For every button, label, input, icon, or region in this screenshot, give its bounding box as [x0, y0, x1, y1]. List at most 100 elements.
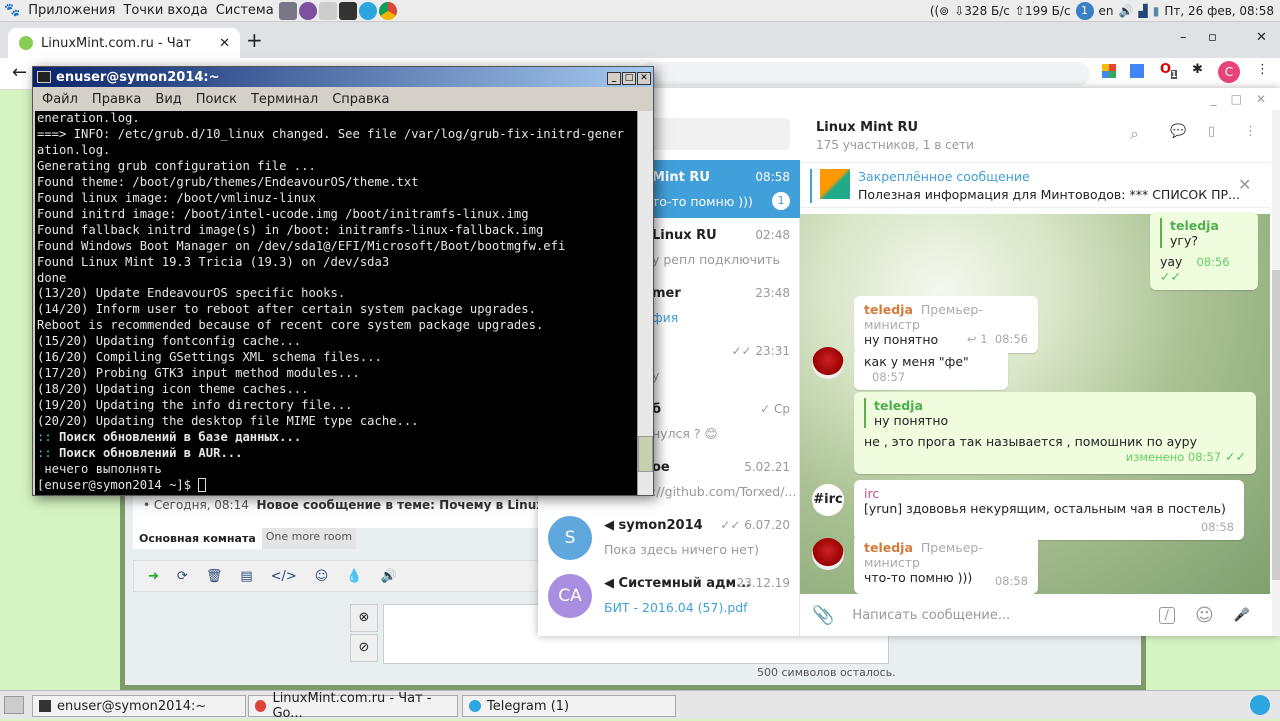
chat-list-item[interactable]: S ◀ symon2014 ✓✓ 6.07.20 Пока здесь ничего …	[538, 508, 800, 566]
terminal-menubar: Файл Правка Вид Поиск Терминал Справка	[33, 87, 653, 111]
terminal-menu-item[interactable]: Справка	[332, 92, 389, 107]
minimize-icon[interactable]: –	[1180, 30, 1187, 45]
menu-applications[interactable]: Приложения	[28, 3, 115, 18]
taskbar-terminal[interactable]: enuser@symon2014:~	[32, 695, 246, 717]
message-input[interactable]: Написать сообщение...	[852, 608, 1010, 623]
irc-avatar[interactable]: #irc	[812, 484, 844, 516]
clock[interactable]: Пт, 26 фев, 08:58	[1164, 4, 1274, 18]
pinned-label: Закреплённое сообщение	[858, 169, 1030, 184]
telegram-launcher-icon[interactable]	[358, 1, 377, 20]
taskbar: enuser@symon2014:~ LinuxMint.com.ru - Ча…	[0, 690, 1280, 721]
terminal-line: (13/20) Update EndeavourOS specific hook…	[37, 286, 346, 301]
message-incoming[interactable]: как у меня "фе" 08:57	[854, 348, 1008, 390]
commands-icon[interactable]: /	[1158, 606, 1176, 624]
gnome-foot-icon[interactable]: 🐾	[4, 3, 20, 18]
terminal-line: Generating grub configuration file ...	[37, 158, 316, 173]
signal-icon[interactable]: ▟	[1139, 4, 1148, 18]
tab-one-more-room[interactable]: One more room	[261, 528, 357, 549]
menu-places[interactable]: Точки входа	[123, 3, 207, 18]
refresh-icon[interactable]: ⟳	[177, 569, 188, 584]
chat-preview: Пока здесь ничего нет)	[604, 542, 760, 557]
term-maximize-icon[interactable]: □	[622, 72, 636, 85]
cancel-icon[interactable]: ⊘	[350, 634, 378, 662]
smiley-icon[interactable]: ☺	[315, 569, 329, 584]
tg-close-icon[interactable]: ✕	[1256, 92, 1266, 106]
viber-launcher-icon[interactable]	[298, 1, 317, 20]
browser-tab[interactable]: LinuxMint.com.ru - Чат ✕	[8, 28, 240, 58]
chat-list-item[interactable]: CA ◀ Системный адм... 23.12.19 БИТ - 2016.0…	[538, 566, 800, 624]
tg-minimize-icon[interactable]: _	[1211, 92, 1217, 106]
terminal-scrollbar[interactable]	[637, 111, 653, 495]
chat-preview: у репл подключить	[652, 252, 780, 267]
attach-icon[interactable]: 📎	[812, 605, 834, 626]
taskbar-chrome[interactable]: LinuxMint.com.ru - Чат - Go...	[248, 691, 458, 721]
terminal-menu-item[interactable]: Терминал	[251, 92, 318, 107]
browser-menu-icon[interactable]: ⋮	[1256, 62, 1269, 77]
close-pinned-icon[interactable]: ✕	[1238, 175, 1251, 194]
menu-system[interactable]: Система	[216, 3, 274, 18]
opera-extension-icon[interactable]: O1	[1160, 62, 1177, 79]
microphone-icon[interactable]: 🎤	[1234, 608, 1250, 623]
apps-extension-icon[interactable]	[1102, 64, 1116, 78]
maximize-icon[interactable]: ▫	[1208, 30, 1217, 45]
extensions-puzzle-icon[interactable]: ✱	[1192, 62, 1203, 77]
chat-title[interactable]: Linux Mint RU	[816, 120, 918, 135]
message-outgoing[interactable]: teledja угу? уay 08:56 ✓✓	[1150, 212, 1258, 290]
terminal-line: Found initrd image: /boot/intel-ucode.im…	[37, 206, 529, 221]
login-icon[interactable]: ➜	[148, 569, 159, 584]
back-icon[interactable]: ←	[12, 62, 27, 83]
archive-icon[interactable]: ▤	[240, 569, 252, 584]
terminal-menu-item[interactable]: Вид	[155, 92, 181, 107]
screenshot-launcher-icon[interactable]	[278, 1, 297, 20]
tab-main-room[interactable]: Основная комната	[133, 528, 262, 549]
terminal-menu-item[interactable]: Поиск	[196, 92, 237, 107]
terminal-line: Found Windows Boot Manager on /dev/sda1@…	[37, 238, 566, 253]
chat-scrollbar[interactable]	[1272, 110, 1280, 636]
terminal-titlebar[interactable]: enuser@symon2014:~ _ □ ✕	[33, 67, 653, 87]
close-window-icon[interactable]: ✕	[1256, 30, 1267, 45]
term-close-icon[interactable]: ✕	[637, 72, 651, 85]
telegram-tray-icon[interactable]	[1250, 695, 1270, 715]
sidebar-toggle-icon[interactable]: ▯	[1208, 124, 1215, 139]
message-incoming[interactable]: teledja Премьер-министр что-то помню ))) 0…	[854, 534, 1038, 594]
trash-icon[interactable]: 🗑	[206, 569, 223, 584]
teledja-avatar[interactable]	[812, 347, 844, 379]
message-incoming[interactable]: irc [yrun] здововья некурящим, остальным…	[854, 480, 1244, 540]
terminal-menu-item[interactable]: Файл	[42, 92, 78, 107]
translate-extension-icon[interactable]	[1130, 64, 1144, 78]
chrome-launcher-icon[interactable]	[378, 1, 397, 20]
search-icon[interactable]: ⌕	[1130, 124, 1139, 144]
emoji-icon[interactable]: ☺	[1195, 605, 1214, 626]
files-launcher-icon[interactable]	[318, 1, 337, 20]
battery-icon[interactable]: ▮	[1153, 4, 1160, 18]
terminal-output[interactable]: eneration.log. ===> INFO: /etc/grub.d/10_…	[35, 111, 637, 495]
close-tab-icon[interactable]: ✕	[219, 36, 230, 51]
code-icon[interactable]: </>	[271, 569, 297, 584]
message-incoming[interactable]: teledja Премьер-министр ну понятно ↩ 1 08:…	[854, 296, 1038, 353]
network-icon[interactable]: ((⊚	[930, 4, 949, 18]
terminal-launcher-icon[interactable]	[338, 1, 357, 20]
profile-avatar[interactable]: C	[1218, 61, 1240, 83]
voice-chat-icon[interactable]: 💬	[1170, 124, 1186, 139]
address-bar[interactable]	[640, 62, 1090, 86]
terminal-line: (19/20) Updating the info directory file…	[37, 398, 353, 413]
color-drop-icon[interactable]: 💧	[346, 569, 362, 584]
terminal-menu-item[interactable]: Правка	[92, 92, 141, 107]
tg-maximize-icon[interactable]: □	[1231, 92, 1242, 106]
more-icon[interactable]: ⋮	[1244, 124, 1257, 139]
new-tab-icon[interactable]: +	[246, 28, 263, 52]
pinned-message[interactable]: Закреплённое сообщение Полезная информац…	[800, 162, 1270, 208]
notification-badge[interactable]: 1	[1075, 2, 1094, 20]
keyboard-layout[interactable]: en	[1099, 4, 1114, 18]
sound-icon[interactable]: 🔊	[381, 569, 397, 584]
show-desktop-icon[interactable]	[4, 696, 24, 714]
volume-icon[interactable]: 🔊	[1119, 4, 1134, 18]
terminal-prompt[interactable]: [enuser@symon2014 ~]$	[37, 478, 635, 494]
term-minimize-icon[interactable]: _	[607, 72, 621, 85]
clear-icon[interactable]: ⊗	[350, 604, 378, 632]
taskbar-telegram[interactable]: Telegram (1)	[462, 695, 676, 717]
message-outgoing[interactable]: teledja ну понятно не , это прога так наз…	[854, 392, 1256, 474]
terminal-line: (15/20) Updating fontconfig cache...	[37, 334, 302, 349]
chat-avatar: S	[548, 516, 592, 560]
teledja-avatar[interactable]	[812, 538, 844, 570]
